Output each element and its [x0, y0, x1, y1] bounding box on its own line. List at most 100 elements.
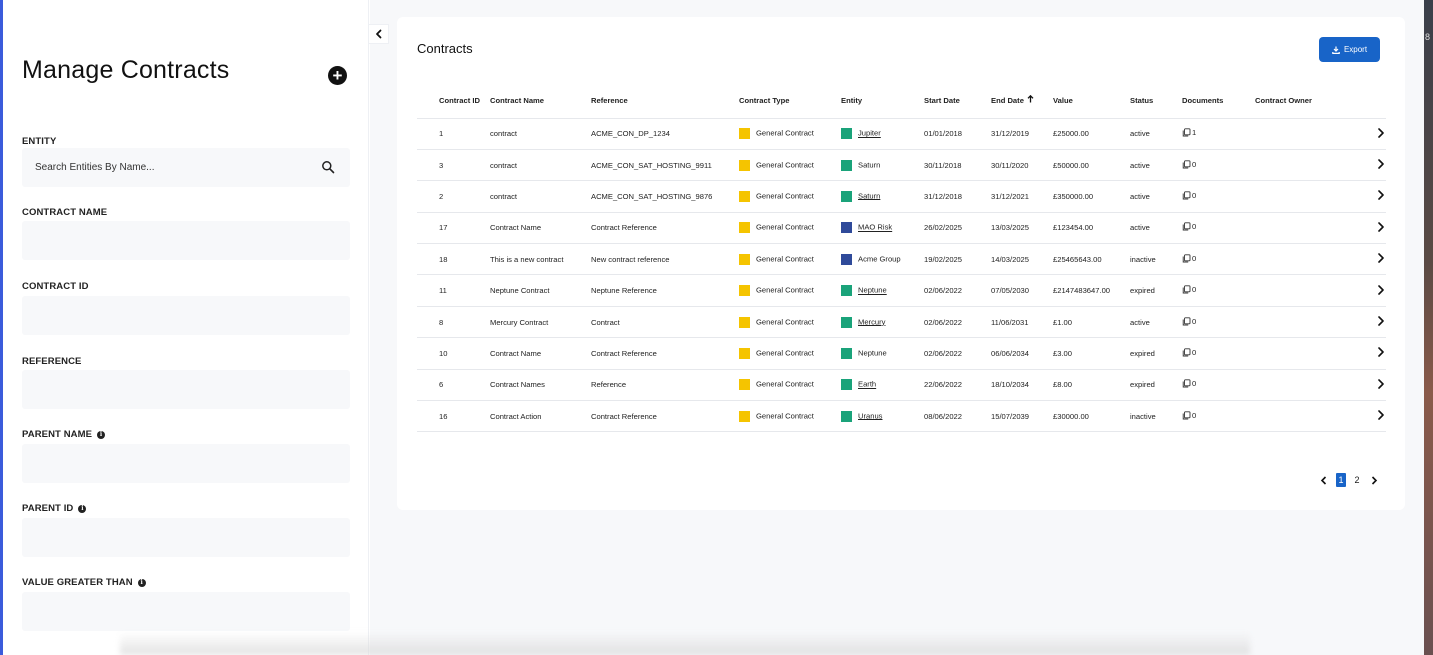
row-action-cell[interactable] [1352, 243, 1386, 276]
table-row[interactable]: 3 contract ACME_CON_SAT_HOSTING_9911 Genera… [417, 149, 1386, 182]
entity-link[interactable]: Earth [858, 380, 876, 389]
table-row[interactable]: 18 This is a new contract New contract ref… [417, 243, 1386, 276]
chevron-right-icon[interactable] [1376, 316, 1386, 326]
contract-id-cell: 17 [417, 212, 490, 245]
previous-page-button[interactable] [1318, 473, 1330, 487]
reference-cell: Neptune Reference [591, 274, 739, 307]
entity-cell: Earth [841, 369, 924, 402]
next-page-button[interactable] [1368, 473, 1380, 487]
column-header-entity[interactable]: Entity [841, 83, 924, 119]
value-greater-input[interactable] [22, 592, 350, 631]
contract-id-cell: 11 [417, 274, 490, 307]
contract-owner-cell [1255, 118, 1352, 150]
export-button[interactable]: Export [1319, 37, 1380, 62]
contract-id-input[interactable] [22, 296, 350, 335]
column-header-value[interactable]: Value [1053, 83, 1130, 119]
row-action-cell[interactable] [1352, 212, 1386, 245]
page-1-button[interactable]: 1 [1336, 473, 1346, 487]
contract-type-label: General Contract [756, 317, 814, 327]
row-action-cell[interactable] [1352, 306, 1386, 339]
documents-cell[interactable]: 0 [1182, 212, 1255, 245]
page-2-button[interactable]: 2 [1352, 473, 1362, 487]
row-action-cell[interactable] [1352, 337, 1386, 370]
value-cell: £8.00 [1053, 369, 1130, 402]
row-action-cell[interactable] [1352, 149, 1386, 182]
entity-link[interactable]: Saturn [858, 160, 880, 169]
table-row[interactable]: 11 Neptune Contract Neptune Reference Gener… [417, 274, 1386, 307]
table-row[interactable]: 16 Contract Action Contract Reference Gener… [417, 400, 1386, 433]
entity-search-input[interactable] [22, 148, 350, 187]
documents-cell[interactable]: 1 [1182, 118, 1255, 150]
documents-count: 0 [1192, 379, 1197, 389]
search-icon[interactable] [321, 160, 335, 174]
documents-cell[interactable]: 0 [1182, 180, 1255, 213]
contract-name-cell: This is a new contract [490, 243, 591, 276]
documents-cell[interactable]: 0 [1182, 337, 1255, 370]
chevron-right-icon[interactable] [1376, 190, 1386, 201]
reference-cell: ACME_CON_DP_1234 [591, 118, 739, 150]
row-action-cell[interactable] [1352, 180, 1386, 213]
documents-cell[interactable]: 0 [1182, 149, 1255, 182]
column-header-start-date[interactable]: Start Date [924, 83, 991, 119]
chevron-right-icon[interactable] [1376, 284, 1386, 295]
entity-link[interactable]: Uranus [858, 411, 882, 420]
entity-link[interactable]: Neptune [858, 348, 887, 357]
entity-link[interactable]: Saturn [858, 191, 880, 200]
reference-input[interactable] [22, 370, 350, 409]
contract-name-cell: Mercury Contract [490, 306, 591, 339]
column-header-contract-owner[interactable]: Contract Owner [1255, 83, 1352, 119]
entity-link[interactable]: MAO Risk [858, 223, 892, 232]
documents-cell[interactable]: 0 [1182, 369, 1255, 402]
chevron-right-icon[interactable] [1376, 347, 1386, 358]
row-action-cell[interactable] [1352, 274, 1386, 307]
documents-cell[interactable]: 0 [1182, 243, 1255, 276]
documents-cell[interactable]: 0 [1182, 400, 1255, 433]
plus-icon: + [332, 65, 343, 85]
collapse-sidebar-button[interactable] [369, 24, 389, 44]
contract-type-color-swatch [739, 379, 750, 391]
chevron-right-icon[interactable] [1376, 379, 1386, 389]
info-icon[interactable]: i [97, 430, 106, 439]
info-icon[interactable]: i [137, 578, 146, 587]
entity-link[interactable]: Acme Group [858, 254, 901, 263]
column-header-contract-name[interactable]: Contract Name [490, 83, 591, 119]
table-row[interactable]: 10 Contract Name Contract Reference General… [417, 337, 1386, 370]
parent-id-input[interactable] [22, 518, 350, 557]
value-cell: £1.00 [1053, 306, 1130, 339]
table-row[interactable]: 2 contract ACME_CON_SAT_HOSTING_9876 Genera… [417, 180, 1386, 213]
contract-id-cell: 10 [417, 337, 490, 370]
column-header-contract-type[interactable]: Contract Type [739, 83, 841, 119]
documents-cell[interactable]: 0 [1182, 306, 1255, 339]
entity-link[interactable]: Mercury [858, 317, 885, 326]
row-action-cell[interactable] [1352, 369, 1386, 402]
entity-link[interactable]: Jupiter [858, 129, 881, 138]
entity-link[interactable]: Neptune [858, 286, 887, 295]
chevron-right-icon[interactable] [1376, 127, 1386, 138]
info-icon[interactable]: i [78, 504, 87, 513]
row-action-cell[interactable] [1352, 400, 1386, 433]
table-row[interactable]: 8 Mercury Contract Contract General Contrac… [417, 306, 1386, 339]
column-header-end-date[interactable]: End Date [991, 83, 1053, 119]
column-header-documents[interactable]: Documents [1182, 83, 1255, 119]
row-action-cell[interactable] [1352, 118, 1386, 150]
contract-name-input[interactable] [22, 221, 350, 260]
parent-name-input[interactable] [22, 444, 350, 483]
add-contract-button[interactable]: + [328, 66, 347, 85]
chevron-right-icon[interactable] [1376, 253, 1386, 264]
documents-count: 0 [1192, 285, 1197, 295]
sort-ascending-icon[interactable] [1027, 95, 1034, 103]
entity-cell: Acme Group [841, 243, 924, 276]
column-header-contract-id[interactable]: Contract ID [417, 83, 490, 119]
documents-cell[interactable]: 0 [1182, 274, 1255, 307]
contract-type-cell: General Contract [739, 212, 841, 245]
column-header-status[interactable]: Status [1130, 83, 1182, 119]
table-row[interactable]: 17 Contract Name Contract Reference General… [417, 212, 1386, 245]
chevron-right-icon[interactable] [1376, 410, 1386, 421]
chevron-right-icon[interactable] [1376, 159, 1386, 169]
table-row[interactable]: 6 Contract Names Reference General Contract… [417, 369, 1386, 402]
value-cell: £50000.00 [1053, 149, 1130, 182]
contract-type-color-swatch [739, 128, 750, 140]
column-header-reference[interactable]: Reference [591, 83, 739, 119]
table-row[interactable]: 1 contract ACME_CON_DP_1234 General Contrac… [417, 118, 1386, 150]
chevron-right-icon[interactable] [1376, 222, 1386, 232]
